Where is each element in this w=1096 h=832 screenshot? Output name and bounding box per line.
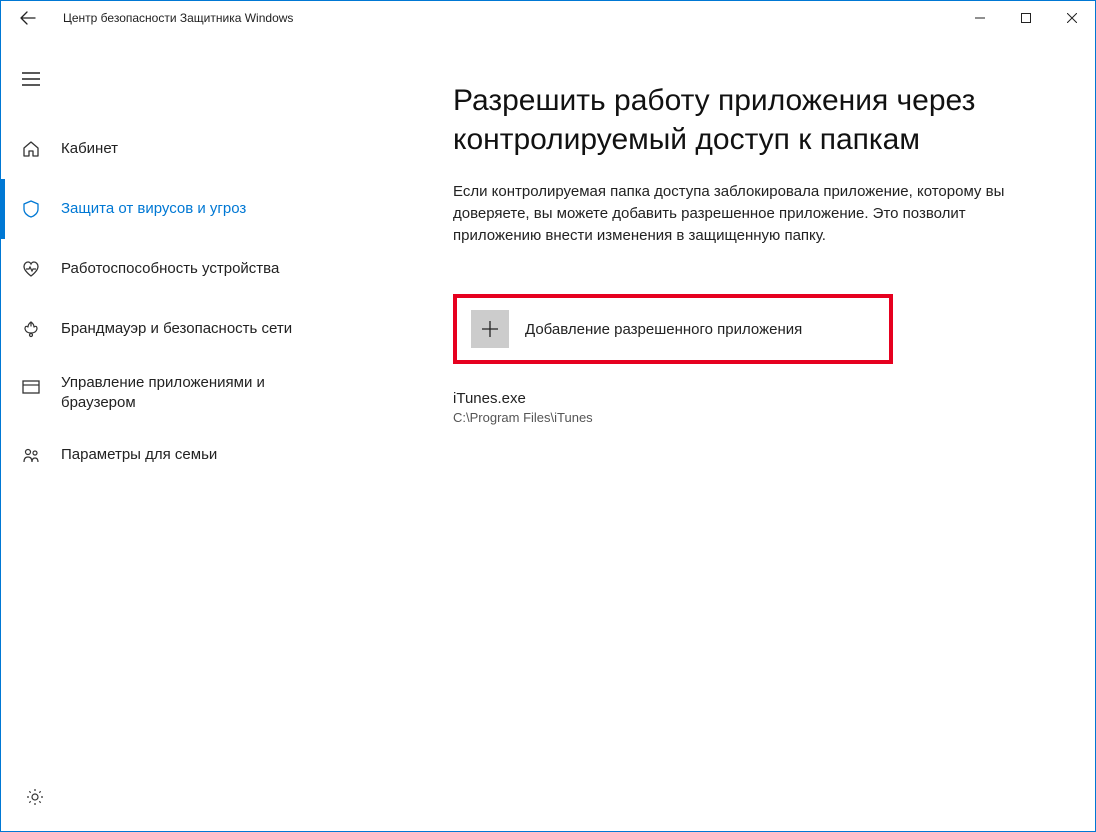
sidebar-item-family[interactable]: Параметры для семьи	[1, 426, 361, 486]
home-icon	[19, 137, 43, 161]
sidebar-item-label: Параметры для семьи	[61, 445, 237, 465]
family-icon	[19, 444, 43, 468]
shield-icon	[19, 197, 43, 221]
window-title: Центр безопасности Защитника Windows	[63, 11, 293, 25]
hamburger-icon	[22, 72, 40, 86]
hamburger-menu-button[interactable]	[7, 55, 55, 103]
page-description: Если контролируемая папка доступа заблок…	[453, 181, 1013, 246]
heart-pulse-icon	[19, 257, 43, 281]
settings-button[interactable]	[15, 777, 55, 817]
app-browser-icon	[19, 375, 43, 399]
add-allowed-app-label: Добавление разрешенного приложения	[525, 321, 802, 338]
network-icon	[19, 317, 43, 341]
sidebar-item-firewall[interactable]: Брандмауэр и безопасность сети	[1, 299, 361, 359]
sidebar-item-virus-protection[interactable]: Защита от вирусов и угроз	[1, 179, 361, 239]
plus-icon	[471, 310, 509, 348]
window-controls	[957, 1, 1095, 35]
maximize-icon	[1021, 13, 1031, 23]
allowed-app-name: iTunes.exe	[453, 388, 1045, 409]
sidebar-item-label: Работоспособность устройства	[61, 259, 299, 279]
arrow-left-icon	[19, 9, 37, 27]
sidebar-item-label: Управление приложениями и браузером	[61, 373, 361, 414]
sidebar-item-label: Брандмауэр и безопасность сети	[61, 319, 312, 339]
sidebar: Кабинет Защита от вирусов и угроз Работо…	[1, 35, 361, 831]
allowed-app-entry[interactable]: iTunes.exe C:\Program Files\iTunes	[453, 388, 1045, 427]
sidebar-item-app-browser[interactable]: Управление приложениями и браузером	[1, 359, 361, 426]
close-button[interactable]	[1049, 1, 1095, 35]
sidebar-item-home[interactable]: Кабинет	[1, 119, 361, 179]
gear-icon	[25, 787, 45, 807]
sidebar-item-label: Защита от вирусов и угроз	[61, 199, 266, 219]
maximize-button[interactable]	[1003, 1, 1049, 35]
allowed-app-path: C:\Program Files\iTunes	[453, 409, 1045, 427]
page-title: Разрешить работу приложения через контро…	[453, 81, 1045, 159]
titlebar: Центр безопасности Защитника Windows	[1, 1, 1095, 35]
minimize-button[interactable]	[957, 1, 1003, 35]
back-button[interactable]	[13, 3, 43, 33]
main-content: Разрешить работу приложения через контро…	[361, 35, 1095, 831]
sidebar-item-label: Кабинет	[61, 139, 138, 159]
sidebar-item-device-health[interactable]: Работоспособность устройства	[1, 239, 361, 299]
minimize-icon	[975, 13, 985, 23]
add-allowed-app-button[interactable]: Добавление разрешенного приложения	[453, 294, 893, 364]
close-icon	[1067, 13, 1077, 23]
